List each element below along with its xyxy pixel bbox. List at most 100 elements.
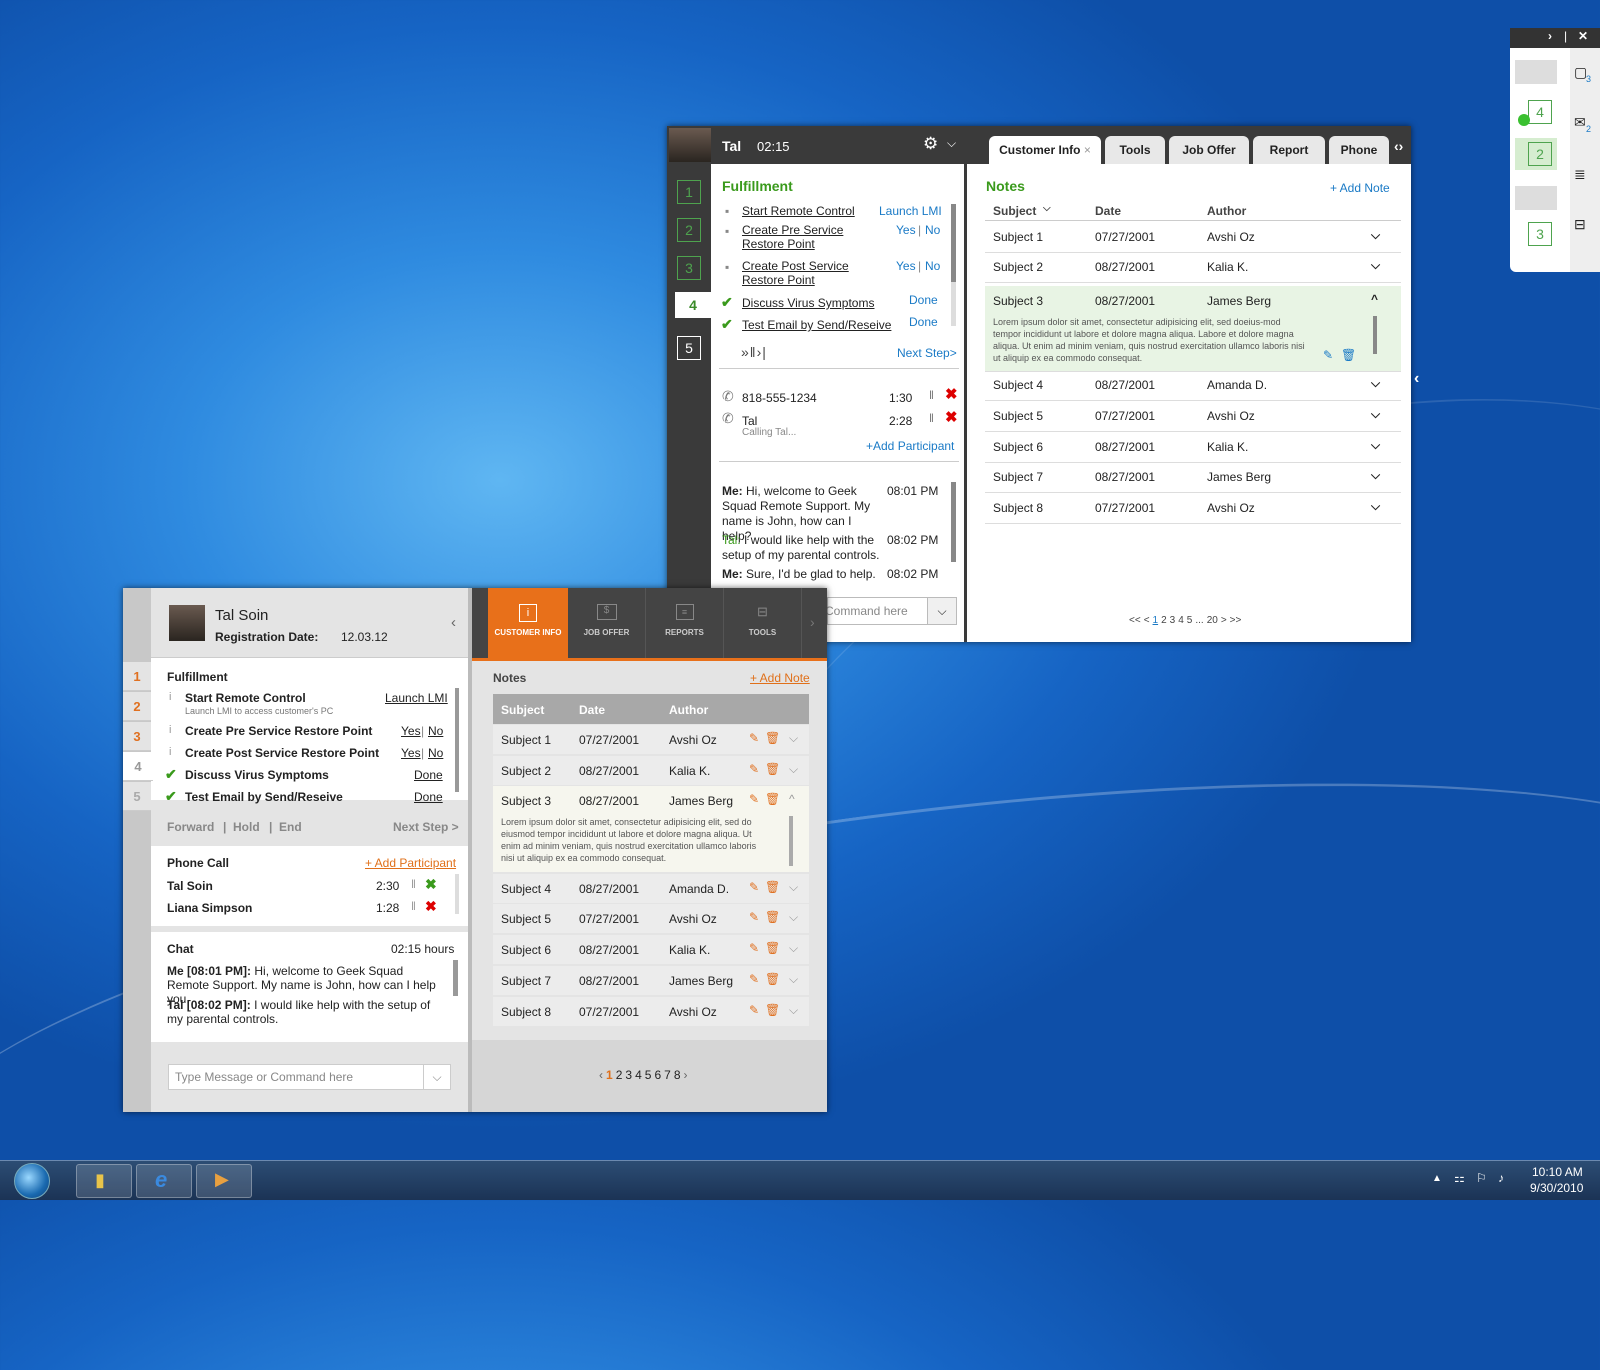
clock-date[interactable]: 9/30/2010 [1530, 1181, 1583, 1195]
hangup-icon[interactable]: ✖ [945, 408, 958, 426]
delete-icon[interactable]: 🗑 [765, 731, 780, 745]
chevron-down-icon[interactable]: ⌵ [789, 731, 798, 746]
table-row[interactable]: Subject 2 08/27/2001 Kalia K. ✎ 🗑 ⌵ [493, 756, 809, 785]
prev-page-icon[interactable]: ‹ [599, 1068, 603, 1082]
nav-customer-info[interactable]: i CUSTOMER INFO [488, 588, 568, 658]
page-link[interactable]: 5 [645, 1068, 652, 1082]
page-link[interactable]: 20 [1207, 615, 1218, 626]
delete-icon[interactable]: 🗑 [765, 910, 780, 924]
tab-phone[interactable]: Phone [1329, 136, 1389, 164]
pause-icon[interactable]: ‖ [411, 899, 416, 913]
no-link[interactable]: No [925, 223, 940, 237]
tab-tools[interactable]: Tools [1105, 136, 1165, 164]
page-link[interactable]: 5 [1187, 615, 1193, 626]
expand-icon[interactable]: ‹› [1394, 138, 1403, 154]
edit-icon[interactable]: ✎ [1323, 348, 1333, 362]
delete-icon[interactable]: 🗑 [765, 972, 780, 986]
yes-link[interactable]: Yes [896, 223, 916, 237]
step-5[interactable]: 5 [123, 782, 151, 811]
step-1[interactable]: 1 [677, 180, 701, 204]
delete-icon[interactable]: 🗑 [765, 792, 780, 806]
table-row[interactable]: Subject 7 08/27/2001 James Berg ⌵ [985, 462, 1401, 493]
col-date[interactable]: Date [1095, 204, 1121, 218]
page-link[interactable]: 1 [606, 1068, 613, 1082]
collapse-arrow-icon[interactable]: ‹ [1414, 370, 1419, 388]
chevron-up-icon[interactable]: ^ [1371, 292, 1378, 306]
report-icon[interactable]: ≣ [1574, 166, 1586, 183]
task-pre-restore[interactable]: Create Pre Service Restore Point [742, 223, 872, 251]
chevron-down-icon[interactable]: ⌵ [789, 762, 798, 777]
col-subject[interactable]: Subject [993, 204, 1036, 218]
dock-badge[interactable]: 4 [1528, 100, 1552, 124]
table-row[interactable]: Subject 5 07/27/2001 Avshi Oz ✎ 🗑 ⌵ [493, 904, 809, 933]
scrollbar[interactable] [951, 204, 956, 326]
edit-icon[interactable]: ✎ [749, 731, 759, 745]
tab-report[interactable]: Report [1253, 136, 1325, 164]
table-row[interactable]: Subject 6 08/27/2001 Kalia K. ✎ 🗑 ⌵ [493, 935, 809, 964]
done-link[interactable]: Done [909, 293, 938, 307]
chevron-down-icon[interactable]: ⌵ [789, 880, 798, 895]
task-post-restore[interactable]: Create Post Service Restore Point [742, 259, 872, 287]
expand-icon[interactable]: › [1548, 29, 1552, 43]
table-row[interactable]: Subject 1 07/27/2001 Avshi Oz ✎ 🗑 ⌵ [493, 725, 809, 754]
page-link[interactable]: 7 [664, 1068, 671, 1082]
page-link[interactable]: 3 [625, 1068, 632, 1082]
hangup-icon[interactable]: ✖ [425, 898, 437, 915]
chevron-down-icon[interactable]: ⌵ [1043, 203, 1051, 214]
pause-icon[interactable]: ‖ [929, 388, 934, 402]
table-row[interactable]: Subject 4 08/27/2001 Amanda D. ⌵ [985, 370, 1401, 401]
note-scrollbar[interactable] [1373, 316, 1377, 354]
delete-icon[interactable]: 🗑 [765, 762, 780, 776]
chevron-down-icon[interactable]: ⌵ [1371, 376, 1380, 391]
add-note-link[interactable]: + Add Note [1330, 181, 1390, 195]
table-row[interactable]: Subject 2 08/27/2001 Kalia K. ⌵ [985, 252, 1401, 283]
add-participant-link[interactable]: +Add Participant [866, 439, 954, 453]
chevron-down-icon[interactable]: ⌵ [789, 972, 798, 987]
chevron-down-icon[interactable]: ⌵ [927, 597, 957, 625]
playback-controls-icon[interactable]: »‖›| [741, 344, 767, 360]
page-link[interactable]: 8 [674, 1068, 681, 1082]
start-button[interactable] [14, 1163, 50, 1199]
table-row[interactable]: Subject 1 07/27/2001 Avshi Oz ⌵ [985, 222, 1401, 253]
hold-button[interactable]: Hold [233, 820, 260, 834]
chevron-up-icon[interactable]: ^ [789, 792, 795, 806]
first-page[interactable]: << [1129, 615, 1141, 626]
nav-tools[interactable]: ⊟ TOOLS [724, 588, 802, 658]
col-date[interactable]: Date [579, 703, 605, 717]
page-link[interactable]: 4 [1178, 615, 1184, 626]
tab-job-offer[interactable]: Job Offer [1169, 136, 1249, 164]
chevron-down-icon[interactable]: ⌵ [789, 1003, 798, 1018]
task-start-remote[interactable]: Start Remote Control [742, 204, 855, 218]
clock-time[interactable]: 10:10 AM [1532, 1165, 1583, 1179]
edit-icon[interactable]: ✎ [749, 762, 759, 776]
tools-icon[interactable]: ⊟ [1574, 216, 1586, 233]
volume-icon[interactable]: ♪ [1498, 1171, 1504, 1185]
page-link[interactable]: 4 [635, 1068, 642, 1082]
chevron-down-icon[interactable]: ⌵ [789, 941, 798, 956]
table-row[interactable]: Subject 5 07/27/2001 Avshi Oz ⌵ [985, 401, 1401, 432]
edit-icon[interactable]: ✎ [749, 1003, 759, 1017]
pause-icon[interactable]: ‖ [929, 411, 934, 425]
step-2[interactable]: 2 [123, 692, 151, 721]
dock-badge[interactable]: 2 [1528, 142, 1552, 166]
tab-customer-info[interactable]: Customer Info × [989, 136, 1101, 164]
prev-page[interactable]: < [1144, 615, 1150, 626]
next-page-icon[interactable]: › [684, 1068, 688, 1082]
table-row[interactable]: Subject 8 07/27/2001 Avshi Oz ⌵ [985, 493, 1401, 524]
table-row[interactable]: Subject 7 08/27/2001 James Berg ✎ 🗑 ⌵ [493, 966, 809, 995]
taskbar-ie[interactable]: e [136, 1164, 192, 1198]
task-discuss-virus[interactable]: Discuss Virus Symptoms [742, 296, 874, 310]
col-author[interactable]: Author [1207, 204, 1246, 218]
delete-icon[interactable]: 🗑 [765, 880, 780, 894]
chat-scrollbar[interactable] [453, 960, 458, 996]
edit-icon[interactable]: ✎ [749, 880, 759, 894]
flag-icon[interactable]: ⚐ [1476, 1171, 1487, 1185]
note-scrollbar[interactable] [789, 816, 793, 866]
task-test-email[interactable]: Test Email by Send/Reseive [742, 318, 891, 332]
pause-icon[interactable]: ‖ [411, 877, 416, 891]
chevron-down-icon[interactable]: ⌵ [789, 910, 798, 925]
close-icon[interactable]: ✕ [1578, 29, 1588, 43]
delete-icon[interactable]: 🗑 [1341, 348, 1356, 362]
tray-arrow-icon[interactable]: ▲ [1432, 1173, 1442, 1184]
collapse-icon[interactable]: ‹ [451, 614, 456, 631]
